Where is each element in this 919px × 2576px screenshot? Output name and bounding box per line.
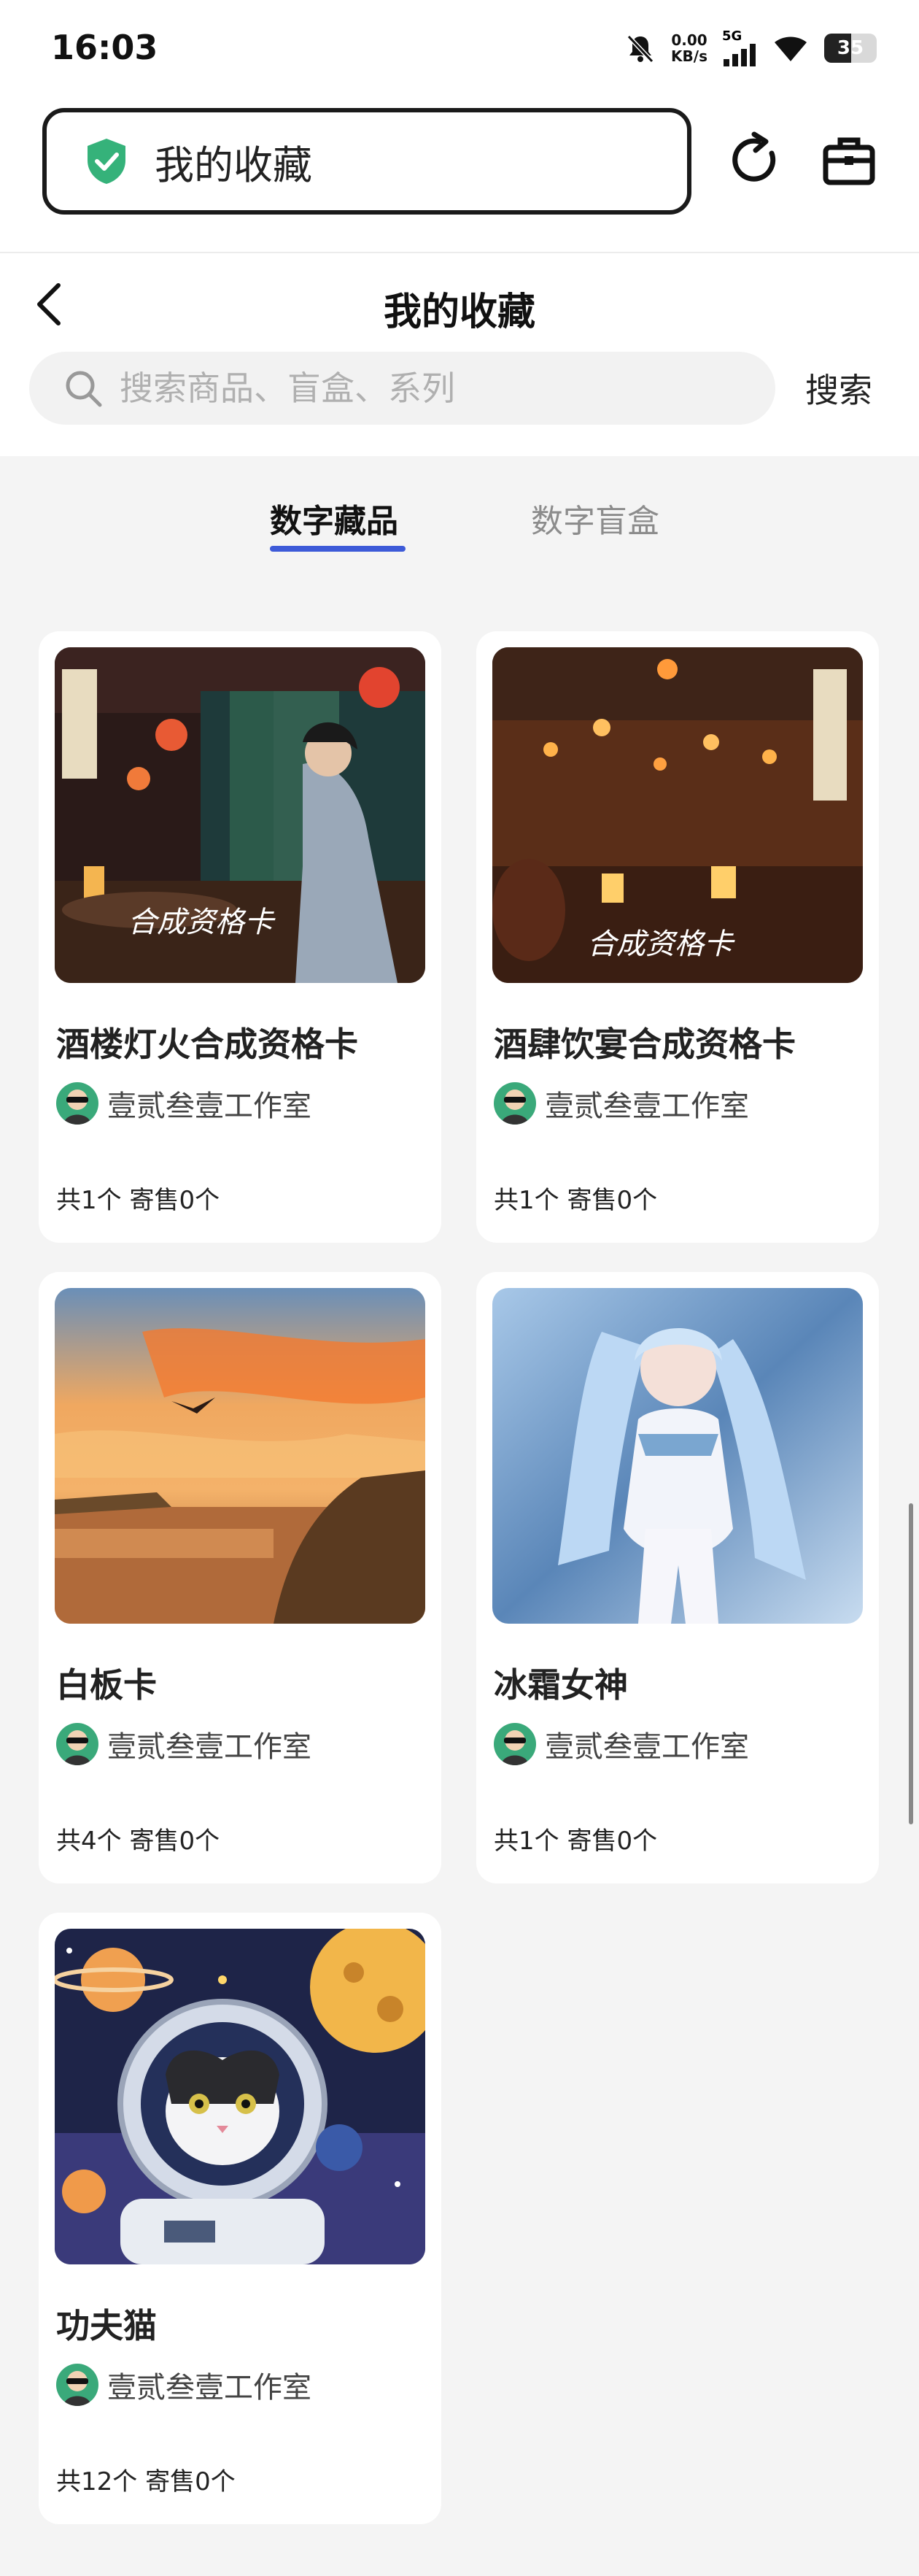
signal-icon	[724, 44, 756, 66]
collection-card[interactable]: 合成资格卡 酒肆饮宴合成资格卡 壹贰叁壹工作室 共1个 寄售0个	[476, 631, 879, 1243]
search-icon	[66, 371, 102, 407]
tab-bar: 数字藏品 数字盲盒	[0, 482, 919, 562]
creator-row: 壹贰叁壹工作室	[56, 2364, 311, 2406]
creator-name: 壹贰叁壹工作室	[545, 1730, 749, 1764]
battery-icon: 35	[824, 34, 877, 63]
status-time: 16:03	[51, 28, 158, 67]
search-button[interactable]: 搜索	[805, 364, 872, 412]
card-image-frost-goddess	[492, 1288, 863, 1624]
card-count: 共1个 寄售0个	[56, 1186, 220, 1215]
wifi-icon	[775, 36, 807, 61]
avatar	[56, 2364, 98, 2406]
creator-row: 壹贰叁壹工作室	[56, 1723, 311, 1765]
card-title: 酒肆饮宴合成资格卡	[494, 1025, 796, 1064]
card-watermark: 合成资格卡	[587, 928, 735, 961]
page-title: 我的收藏	[383, 290, 535, 334]
shield-check-icon	[88, 139, 125, 184]
net-speed: 0.00 KB/s	[671, 32, 707, 64]
creator-row: 壹贰叁壹工作室	[494, 1082, 749, 1125]
page-header: 我的收藏 搜索	[0, 253, 919, 456]
card-watermark: 合成资格卡	[128, 906, 276, 939]
avatar	[56, 1723, 98, 1765]
card-title: 功夫猫	[56, 2306, 157, 2345]
card-image-tavern-lantern: 合成资格卡	[55, 647, 425, 983]
tab-digital-blind-box[interactable]: 数字盲盒	[531, 495, 659, 541]
collection-card[interactable]: 合成资格卡 酒楼灯火合成资格卡 壹贰叁壹工作室 共1个 寄售0个	[39, 631, 441, 1243]
avatar	[494, 1082, 536, 1125]
card-count: 共1个 寄售0个	[494, 1186, 658, 1215]
card-count: 共1个 寄售0个	[494, 1827, 658, 1856]
status-icons: 0.00 KB/s 5G 35	[624, 28, 877, 69]
avatar	[494, 1723, 536, 1765]
card-count: 共12个 寄售0个	[56, 2467, 236, 2496]
card-image-astronaut-cat	[55, 1929, 425, 2264]
collection-card[interactable]: 白板卡 壹贰叁壹工作室 共4个 寄售0个	[39, 1272, 441, 1883]
bell-muted-icon	[627, 34, 654, 63]
active-tab-indicator	[270, 546, 406, 552]
network-type: 5G	[722, 28, 742, 44]
avatar	[56, 1082, 98, 1125]
reload-icon[interactable]	[726, 131, 785, 190]
scrollbar[interactable]	[909, 1503, 913, 1824]
card-title: 白板卡	[56, 1665, 157, 1705]
address-bar[interactable]: 我的收藏	[42, 108, 691, 215]
card-count: 共4个 寄售0个	[56, 1827, 220, 1856]
net-speed-value: 0.00	[671, 31, 707, 49]
creator-name: 壹贰叁壹工作室	[107, 2371, 311, 2405]
creator-name: 壹贰叁壹工作室	[107, 1090, 311, 1123]
card-image-tavern-feast: 合成资格卡	[492, 647, 863, 983]
card-title: 酒楼灯火合成资格卡	[56, 1025, 358, 1064]
card-image-sunset-lake	[55, 1288, 425, 1624]
address-text: 我的收藏	[155, 142, 312, 188]
toolbox-icon[interactable]	[820, 131, 878, 190]
net-speed-unit: KB/s	[671, 47, 707, 65]
search-bar	[29, 352, 775, 425]
collection-card[interactable]: 功夫猫 壹贰叁壹工作室 共12个 寄售0个	[39, 1913, 441, 2524]
status-bar: 16:03 0.00 KB/s 5G 35	[0, 0, 919, 95]
creator-row: 壹贰叁壹工作室	[494, 1723, 749, 1765]
signal-group: 5G	[722, 30, 757, 66]
card-title: 冰霜女神	[494, 1665, 628, 1705]
battery-level: 35	[837, 37, 864, 59]
creator-name: 壹贰叁壹工作室	[545, 1090, 749, 1123]
search-input[interactable]	[118, 368, 719, 409]
creator-row: 壹贰叁壹工作室	[56, 1082, 311, 1125]
browser-toolbar: 我的收藏	[0, 95, 919, 253]
tab-digital-collectibles[interactable]: 数字藏品	[270, 495, 398, 541]
collection-card[interactable]: 冰霜女神 壹贰叁壹工作室 共1个 寄售0个	[476, 1272, 879, 1883]
creator-name: 壹贰叁壹工作室	[107, 1730, 311, 1764]
